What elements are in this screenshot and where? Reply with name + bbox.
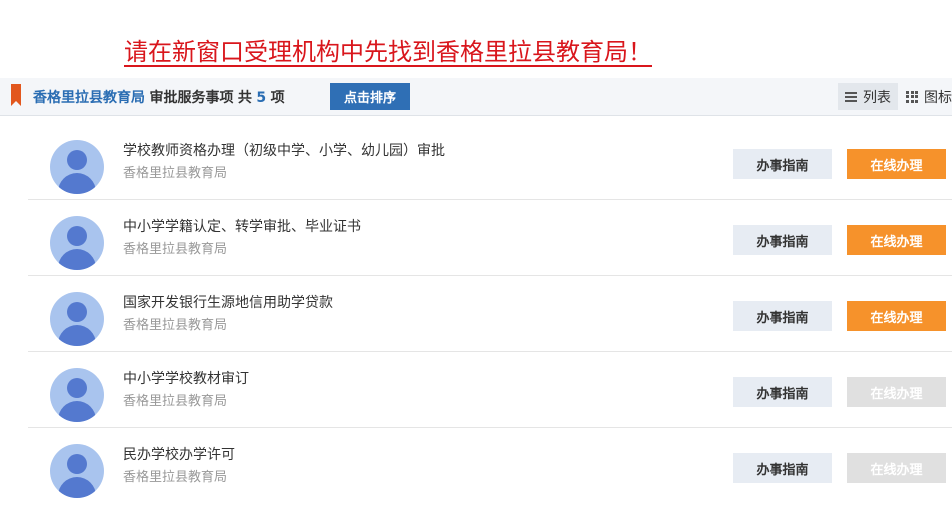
- view-grid-label: 图标: [924, 89, 952, 106]
- item-subtitle: 香格里拉县教育局: [123, 318, 228, 333]
- item-subtitle: 香格里拉县教育局: [123, 166, 228, 181]
- guide-button[interactable]: 办事指南: [733, 301, 832, 331]
- view-list-button[interactable]: 列表: [838, 83, 898, 110]
- item-title[interactable]: 中小学学校教材审订: [123, 368, 249, 388]
- grid-icon: [906, 90, 918, 103]
- avatar: [50, 140, 104, 194]
- online-apply-button-disabled: 在线办理: [847, 453, 946, 483]
- avatar: [50, 292, 104, 346]
- item-subtitle: 香格里拉县教育局: [123, 470, 228, 485]
- guide-button[interactable]: 办事指南: [733, 225, 832, 255]
- guide-button[interactable]: 办事指南: [733, 453, 832, 483]
- avatar: [50, 444, 104, 498]
- online-apply-button[interactable]: 在线办理: [847, 149, 946, 179]
- list-item: 学校教师资格办理（初级中学、小学、幼儿园）审批 香格里拉县教育局 办事指南 在线…: [28, 124, 952, 200]
- service-list: 学校教师资格办理（初级中学、小学、幼儿园）审批 香格里拉县教育局 办事指南 在线…: [0, 124, 952, 503]
- list-item: 中小学学籍认定、转学审批、毕业证书 香格里拉县教育局 办事指南 在线办理: [28, 200, 952, 276]
- header-org[interactable]: 香格里拉县教育局: [33, 90, 145, 106]
- view-list-label: 列表: [863, 89, 891, 106]
- sort-button[interactable]: 点击排序: [330, 83, 410, 110]
- item-title[interactable]: 国家开发银行生源地信用助学贷款: [123, 292, 333, 312]
- item-count: 5: [256, 90, 267, 106]
- header-summary: 香格里拉县教育局 审批服务事项 共 5 项: [33, 87, 285, 107]
- count-suffix: 项: [270, 90, 285, 106]
- online-apply-button[interactable]: 在线办理: [847, 301, 946, 331]
- list-item: 民办学校办学许可 香格里拉县教育局 办事指南 在线办理: [28, 428, 952, 503]
- list-item: 国家开发银行生源地信用助学贷款 香格里拉县教育局 办事指南 在线办理: [28, 276, 952, 352]
- item-title[interactable]: 民办学校办学许可: [123, 444, 235, 464]
- avatar: [50, 216, 104, 270]
- item-title[interactable]: 学校教师资格办理（初级中学、小学、幼儿园）审批: [123, 140, 445, 160]
- list-header: 香格里拉县教育局 审批服务事项 共 5 项 点击排序 列表 图标: [0, 78, 952, 116]
- item-subtitle: 香格里拉县教育局: [123, 242, 228, 257]
- avatar: [50, 368, 104, 422]
- bookmark-icon: [11, 84, 21, 106]
- item-subtitle: 香格里拉县教育局: [123, 394, 228, 409]
- notice-banner: 请在新窗口受理机构中先找到香格里拉县教育局！: [124, 38, 652, 66]
- count-prefix: 共: [237, 90, 252, 106]
- online-apply-button[interactable]: 在线办理: [847, 225, 946, 255]
- list-icon: [845, 91, 857, 102]
- online-apply-button-disabled: 在线办理: [847, 377, 946, 407]
- list-item: 中小学学校教材审订 香格里拉县教育局 办事指南 在线办理: [28, 352, 952, 428]
- view-grid-button[interactable]: 图标: [906, 83, 952, 110]
- item-title[interactable]: 中小学学籍认定、转学审批、毕业证书: [123, 216, 361, 236]
- header-label: 审批服务事项: [149, 90, 234, 106]
- guide-button[interactable]: 办事指南: [733, 149, 832, 179]
- guide-button[interactable]: 办事指南: [733, 377, 832, 407]
